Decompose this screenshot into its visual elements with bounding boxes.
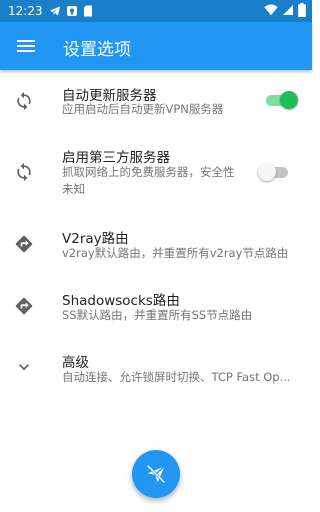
setting-summary: v2ray默认路由，并重置所有v2ray节点路由: [62, 246, 289, 260]
wifi-icon: [264, 4, 278, 16]
setting-summary: 自动连接、允许锁屏时切换、TCP Fast Op...: [62, 370, 291, 384]
status-time: 12:23: [8, 4, 43, 18]
battery-icon: [298, 3, 306, 17]
setting-advanced[interactable]: 高级 自动连接、允许锁屏时切换、TCP Fast Op...: [0, 346, 312, 392]
auto-update-toggle[interactable]: [264, 90, 298, 110]
setting-title: Shadowsocks路由: [62, 293, 180, 309]
setting-summary: 应用启动后自动更新VPN服务器: [62, 102, 224, 116]
sync-icon: [17, 162, 31, 182]
status-bar: 12:23: [0, 0, 312, 22]
route-icon: [15, 235, 33, 253]
route-icon: [15, 297, 33, 315]
menu-icon[interactable]: [14, 34, 38, 58]
setting-shadowsocks-routing[interactable]: Shadowsocks路由 SS默认路由，并重置所有SS节点路由: [0, 284, 312, 334]
setting-auto-update[interactable]: 自动更新服务器 应用启动后自动更新VPN服务器: [0, 78, 312, 140]
setting-third-party-servers[interactable]: 启用第三方服务器 抓取网络上的免费服务器，安全性未知: [0, 140, 312, 212]
third-party-toggle[interactable]: [258, 162, 292, 182]
setting-title: 高级: [62, 355, 89, 371]
signal-icon: [283, 5, 293, 15]
app-notification-icon: [66, 6, 77, 16]
paper-plane-off-icon: [146, 464, 166, 484]
setting-summary: 抓取网络上的免费服务器，安全性未知: [62, 165, 235, 196]
setting-title: V2ray路由: [62, 231, 129, 247]
connect-fab[interactable]: [132, 450, 180, 498]
setting-summary: SS默认路由，并重置所有SS节点路由: [62, 308, 253, 322]
sd-card-icon: [83, 5, 92, 17]
sync-icon: [17, 91, 31, 111]
setting-title: 启用第三方服务器: [62, 150, 170, 166]
app-bar: 设置选项: [0, 22, 312, 70]
setting-v2ray-routing[interactable]: V2ray路由 v2ray默认路由，并重置所有v2ray节点路由: [0, 222, 312, 272]
telegram-icon: [49, 6, 60, 16]
chevron-down-icon: [19, 364, 29, 371]
page-title: 设置选项: [63, 40, 131, 60]
